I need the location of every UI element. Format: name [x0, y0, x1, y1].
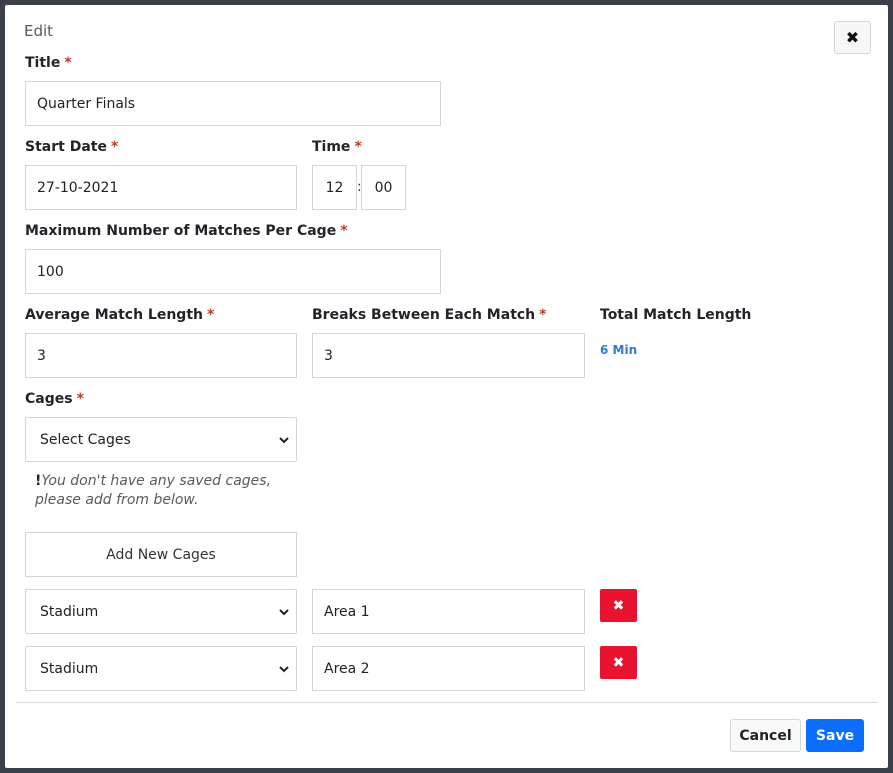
required-mark: * [354, 139, 362, 155]
delete-cage-button[interactable]: ✖ [600, 646, 637, 679]
required-mark: * [340, 223, 348, 239]
save-button[interactable]: Save [806, 719, 864, 752]
start-date-label: Start Date * [25, 139, 119, 155]
title-input[interactable]: Quarter Finals [25, 81, 441, 126]
hour-input[interactable]: 12 [312, 165, 357, 210]
title-label: Title * [25, 55, 72, 71]
cages-label: Cages * [25, 391, 84, 407]
close-button[interactable]: ✖ [834, 21, 871, 54]
breaks-input[interactable]: 3 [312, 333, 585, 378]
no-cages-hint: !You don't have any saved cages, please … [35, 473, 272, 508]
cage-type-select[interactable]: Stadium [25, 646, 297, 691]
add-new-cages-button[interactable]: Add New Cages [25, 532, 297, 577]
chevron-down-icon [279, 608, 289, 615]
edit-modal: Edit ✖ Title * Quarter Finals Start Date *… [5, 5, 888, 768]
modal-title: Edit [24, 22, 54, 40]
avg-match-length-input[interactable]: 3 [25, 333, 297, 378]
chevron-down-icon [279, 436, 289, 443]
close-icon: ✖ [612, 654, 625, 671]
footer-divider [16, 702, 878, 703]
minute-input[interactable]: 00 [361, 165, 406, 210]
start-date-input[interactable]: 27-10-2021 [25, 165, 297, 210]
required-mark: * [110, 139, 119, 155]
max-matches-input[interactable]: 100 [25, 249, 441, 294]
time-label: Time * [312, 139, 362, 155]
required-mark: * [64, 55, 72, 71]
max-matches-label: Maximum Number of Matches Per Cage * [25, 223, 348, 239]
required-mark: * [76, 391, 84, 407]
close-icon: ✖ [845, 28, 860, 47]
total-match-length-value: 6 Min [600, 343, 638, 357]
required-mark: * [539, 307, 547, 323]
cage-type-select[interactable]: Stadium [25, 589, 297, 634]
cancel-button[interactable]: Cancel [730, 719, 801, 752]
cages-select[interactable]: Select Cages [25, 417, 297, 462]
required-mark: * [206, 307, 215, 323]
cage-area-input[interactable]: Area 1 [312, 589, 585, 634]
breaks-label: Breaks Between Each Match * [312, 307, 547, 323]
chevron-down-icon [279, 665, 289, 672]
avg-match-length-label: Average Match Length * [25, 307, 215, 323]
total-match-length-label: Total Match Length [600, 307, 752, 323]
delete-cage-button[interactable]: ✖ [600, 589, 637, 622]
cage-area-input[interactable]: Area 2 [312, 646, 585, 691]
close-icon: ✖ [612, 597, 625, 614]
